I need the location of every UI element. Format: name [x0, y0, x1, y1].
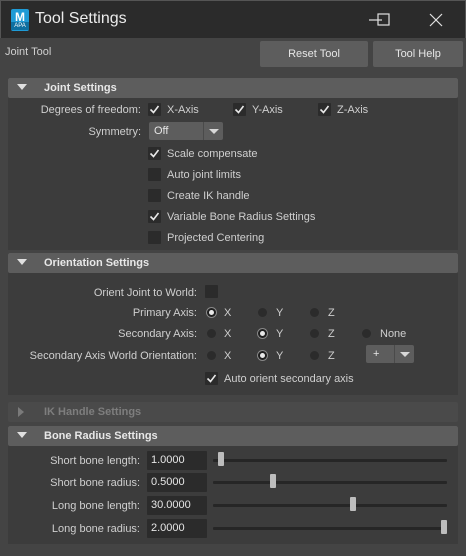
maya-app-icon: M APA	[11, 9, 29, 31]
close-icon	[429, 13, 443, 27]
secondary-world-z-label: Z	[328, 350, 335, 362]
short-bone-length-slider-handle[interactable]	[217, 452, 224, 466]
close-button[interactable]	[413, 1, 459, 39]
primary-axis-y-radio[interactable]	[258, 308, 267, 317]
orient-world-checkbox[interactable]	[205, 285, 218, 298]
secondary-world-label: Secondary Axis World Orientation:	[29, 350, 197, 362]
auto-orient-label: Auto orient secondary axis	[224, 373, 354, 385]
short-bone-radius-slider-track[interactable]	[213, 481, 447, 484]
dof-x-label: X-Axis	[167, 104, 199, 116]
maximize-icon	[377, 13, 390, 26]
secondary-world-x-label: X	[224, 350, 232, 362]
sign-value: +	[373, 348, 380, 360]
dof-label: Degrees of freedom:	[40, 104, 141, 116]
dof-x-checkbox[interactable]	[148, 103, 161, 116]
create-ik-handle-checkbox[interactable]	[148, 189, 161, 202]
auto-joint-limits-label: Auto joint limits	[167, 169, 241, 181]
scale-compensate-checkbox[interactable]	[148, 147, 161, 160]
tool-header-row: Joint Tool Reset Tool Tool Help	[0, 38, 466, 68]
ik-handle-settings-header[interactable]: IK Handle Settings	[8, 402, 458, 422]
short-bone-radius-label: Short bone radius:	[50, 477, 140, 489]
tool-name: Joint Tool	[5, 46, 52, 58]
long-bone-length-slider-handle[interactable]	[349, 497, 356, 511]
chevron-down-icon	[394, 345, 414, 363]
checkmark-icon	[319, 105, 330, 114]
secondary-axis-y-label: Y	[276, 328, 284, 340]
reset-tool-button[interactable]: Reset Tool	[260, 41, 368, 67]
secondary-axis-none-radio[interactable]	[362, 329, 371, 338]
section-title: Joint Settings	[44, 82, 117, 94]
primary-axis-y-label: Y	[276, 307, 284, 319]
scale-compensate-label: Scale compensate	[167, 148, 258, 160]
symmetry-dropdown[interactable]: Off	[149, 122, 223, 140]
tool-help-button[interactable]: Tool Help	[373, 41, 463, 67]
projected-centering-checkbox[interactable]	[148, 231, 161, 244]
secondary-axis-z-radio[interactable]	[310, 329, 319, 338]
short-bone-radius-slider-handle[interactable]	[270, 474, 276, 488]
dof-z-checkbox[interactable]	[318, 103, 331, 116]
primary-axis-x-radio[interactable]	[207, 308, 216, 317]
window-title: Tool Settings	[35, 10, 127, 27]
checkmark-icon	[149, 212, 160, 221]
create-ik-handle-label: Create IK handle	[167, 190, 250, 202]
secondary-world-sign-dropdown[interactable]: +	[366, 345, 414, 363]
primary-axis-z-label: Z	[328, 307, 335, 319]
dof-y-label: Y-Axis	[252, 104, 283, 116]
auto-orient-checkbox[interactable]	[205, 372, 218, 385]
orientation-settings-header[interactable]: Orientation Settings	[8, 253, 458, 273]
window-titlebar: M APA Tool Settings	[0, 0, 466, 38]
variable-bone-radius-label: Variable Bone Radius Settings	[167, 211, 316, 223]
primary-axis-label: Primary Axis:	[132, 307, 197, 319]
secondary-world-x-radio[interactable]	[207, 351, 216, 360]
short-bone-radius-field[interactable]: 0.5000	[147, 473, 207, 492]
long-bone-length-field[interactable]: 30.0000	[147, 496, 207, 515]
symmetry-value: Off	[154, 125, 169, 137]
checkmark-icon	[149, 105, 160, 114]
long-bone-radius-slider-track[interactable]	[213, 527, 447, 530]
auto-joint-limits-checkbox[interactable]	[148, 168, 161, 181]
long-bone-radius-slider-handle[interactable]	[441, 520, 447, 534]
checkmark-icon	[149, 149, 160, 158]
secondary-axis-y-radio[interactable]	[258, 329, 267, 338]
secondary-axis-none-label: None	[380, 328, 407, 340]
secondary-world-y-radio[interactable]	[258, 351, 267, 360]
expanded-triangle-icon	[17, 84, 27, 90]
expanded-triangle-icon	[17, 432, 27, 438]
symmetry-label: Symmetry:	[88, 126, 141, 138]
section-title: Orientation Settings	[44, 257, 150, 269]
app-icon-sub: APA	[11, 22, 29, 30]
secondary-axis-x-radio[interactable]	[207, 329, 216, 338]
short-bone-length-field[interactable]: 1.0000	[147, 451, 207, 470]
primary-axis-z-radio[interactable]	[310, 308, 319, 317]
dof-y-checkbox[interactable]	[233, 103, 246, 116]
short-bone-length-label: Short bone length:	[50, 455, 140, 467]
bone-radius-settings-header[interactable]: Bone Radius Settings	[8, 426, 458, 446]
primary-axis-x-label: X	[224, 307, 232, 319]
long-bone-radius-label: Long bone radius:	[51, 523, 140, 535]
variable-bone-radius-checkbox[interactable]	[148, 210, 161, 223]
collapsed-triangle-icon	[18, 407, 24, 417]
expanded-triangle-icon	[17, 259, 27, 265]
secondary-world-y-label: Y	[276, 350, 284, 362]
secondary-axis-x-label: X	[224, 328, 232, 340]
secondary-world-z-radio[interactable]	[310, 351, 319, 360]
checkmark-icon	[206, 374, 217, 383]
secondary-axis-label: Secondary Axis:	[118, 328, 197, 340]
maximize-button[interactable]	[361, 1, 407, 39]
checkmark-icon	[234, 105, 245, 114]
short-bone-length-slider-track[interactable]	[213, 459, 447, 462]
orient-world-label: Orient Joint to World:	[93, 287, 197, 299]
section-title: IK Handle Settings	[44, 406, 142, 418]
projected-centering-label: Projected Centering	[167, 232, 265, 244]
dof-z-label: Z-Axis	[337, 104, 369, 116]
long-bone-length-label: Long bone length:	[51, 500, 140, 512]
joint-settings-header[interactable]: Joint Settings	[8, 78, 458, 98]
chevron-down-icon	[203, 122, 223, 140]
secondary-axis-z-label: Z	[328, 328, 335, 340]
section-title: Bone Radius Settings	[44, 430, 158, 442]
long-bone-radius-field[interactable]: 2.0000	[147, 519, 207, 538]
long-bone-length-slider-track[interactable]	[213, 504, 447, 507]
